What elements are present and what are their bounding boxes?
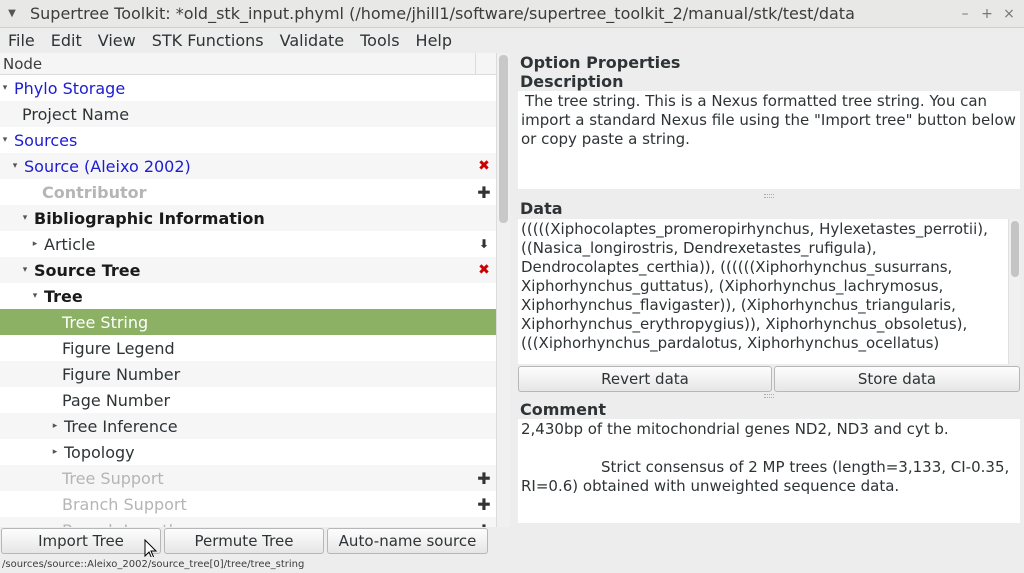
add-icon[interactable]: ✚	[476, 491, 492, 517]
collapsed-arrow-icon[interactable]: ▸	[50, 421, 60, 431]
window-menu-icon[interactable]: ▼	[0, 8, 24, 19]
tree-row-label: Branch Lengths	[62, 521, 187, 528]
add-icon[interactable]: ✚	[476, 517, 492, 528]
data-textarea[interactable]: (((((Xiphocolaptes_promeropirhynchus, Hy…	[518, 219, 1008, 364]
description-text: The tree string. This is a Nexus formatt…	[518, 91, 1020, 189]
add-icon[interactable]: ✚	[476, 179, 492, 205]
tree-row[interactable]: ▾ Source Tree ✖	[0, 257, 496, 283]
tree-row-label: Branch Support	[62, 494, 187, 514]
tree-row[interactable]: ▸ Topology	[0, 439, 496, 465]
status-path: /sources/source::Aleixo_2002/source_tree…	[0, 557, 1024, 573]
window-title: Supertree Toolkit: *old_stk_input.phyml …	[30, 4, 855, 23]
tree-row-label: Figure Number	[62, 364, 181, 384]
import-tree-button[interactable]: Import Tree	[1, 528, 161, 554]
tree-row[interactable]: Page Number	[0, 387, 496, 413]
tree-row[interactable]: Figure Number	[0, 361, 496, 387]
menu-validate[interactable]: Validate	[272, 31, 352, 50]
expanded-arrow-icon[interactable]: ▾	[30, 291, 40, 301]
tree-row[interactable]: Tree Support ✚	[0, 465, 496, 491]
store-data-button[interactable]: Store data	[774, 366, 1020, 392]
menu-stk-functions[interactable]: STK Functions	[144, 31, 272, 50]
revert-data-button[interactable]: Revert data	[518, 366, 772, 392]
minimize-button[interactable]: –	[958, 6, 972, 22]
data-content[interactable]: (((((Xiphocolaptes_promeropirhynchus, Hy…	[521, 220, 988, 352]
expanded-arrow-icon[interactable]: ▾	[20, 213, 30, 223]
tree-row[interactable]: ▾ Tree	[0, 283, 496, 309]
tree-row-label: Source Tree	[34, 260, 141, 280]
tree-row[interactable]: ▾ Sources	[0, 127, 496, 153]
collapsed-arrow-icon[interactable]: ▸	[30, 239, 40, 249]
delete-icon[interactable]: ✖	[476, 153, 492, 179]
comment-textarea[interactable]: 2,430bp of the mitochondrial genes ND2, …	[518, 419, 1020, 523]
comment-heading: Comment	[520, 400, 606, 419]
tree-row-label: Bibliographic Information	[34, 208, 265, 228]
tree-row[interactable]: Tree String	[0, 309, 496, 335]
description-heading: Description	[520, 72, 624, 91]
tree-row-label: Page Number	[62, 390, 171, 410]
menu-view[interactable]: View	[90, 31, 144, 50]
data-heading: Data	[520, 199, 563, 218]
tree-row-label: Tree Inference	[64, 416, 178, 436]
column-node[interactable]: Node	[0, 53, 476, 74]
data-scroll-thumb[interactable]	[1011, 221, 1019, 277]
tree-row-label: Tree	[44, 286, 83, 306]
maximize-button[interactable]: +	[980, 6, 994, 22]
tree-row[interactable]: Branch Lengths ✚	[0, 517, 496, 527]
data-scrollbar[interactable]	[1008, 219, 1020, 364]
tree-scrollbar[interactable]	[496, 53, 510, 527]
tree-panel: Node ▾ Phylo Storage Project Name ▾ Sources ▾…	[0, 53, 510, 527]
option-properties-panel: Option Properties Description The tree s…	[516, 53, 1024, 527]
comment-line-1[interactable]: 2,430bp of the mitochondrial genes ND2, …	[521, 420, 1017, 439]
tree-row-label: Article	[44, 234, 96, 254]
tree-row[interactable]: Project Name	[0, 101, 496, 127]
data-grip[interactable]	[764, 394, 774, 398]
menu-help[interactable]: Help	[408, 31, 460, 50]
tree-row[interactable]: ▸ Article ⬇	[0, 231, 496, 257]
description-content: The tree string. This is a Nexus formatt…	[521, 92, 1016, 148]
tree-row-label: Contributor	[42, 182, 147, 202]
tree-row-label: Sources	[14, 130, 78, 150]
menu-file[interactable]: File	[0, 31, 43, 50]
delete-icon[interactable]: ✖	[476, 257, 492, 283]
tree-row-label: Tree String	[62, 312, 149, 332]
menu-edit[interactable]: Edit	[43, 31, 90, 50]
tree-row-label: Phylo Storage	[14, 78, 126, 98]
column-actions[interactable]	[476, 53, 496, 74]
tree-header: Node	[0, 53, 496, 75]
expanded-arrow-icon[interactable]: ▾	[10, 161, 20, 171]
permute-tree-button[interactable]: Permute Tree	[164, 528, 324, 554]
description-grip[interactable]	[764, 194, 774, 198]
comment-line-2[interactable]: Strict consensus of 2 MP trees (length=3…	[521, 458, 1017, 496]
tree-row-label: Source (Aleixo 2002)	[24, 156, 191, 176]
auto-name-source-button[interactable]: Auto-name source	[327, 528, 488, 554]
tree-row[interactable]: ▾ Bibliographic Information	[0, 205, 496, 231]
tree-row-label: Project Name	[22, 104, 130, 124]
option-properties-heading: Option Properties	[520, 53, 681, 72]
tree-row[interactable]: ▸ Tree Inference	[0, 413, 496, 439]
expanded-arrow-icon[interactable]: ▾	[0, 83, 10, 93]
expanded-arrow-icon[interactable]: ▾	[0, 135, 10, 145]
tree-row-label: Topology	[64, 442, 135, 462]
tree-row-label: Figure Legend	[62, 338, 175, 358]
menu-tools[interactable]: Tools	[352, 31, 407, 50]
tree-rows: ▾ Phylo Storage Project Name ▾ Sources ▾ Sourc…	[0, 75, 496, 527]
tree-row[interactable]: ▾ Phylo Storage	[0, 75, 496, 101]
tree-row[interactable]: Figure Legend	[0, 335, 496, 361]
collapsed-arrow-icon[interactable]: ▸	[50, 447, 60, 457]
tree-scroll-thumb[interactable]	[499, 55, 508, 223]
select-choice-icon[interactable]: ⬇	[476, 231, 492, 257]
tree-row[interactable]: Branch Support ✚	[0, 491, 496, 517]
expanded-arrow-icon[interactable]: ▾	[20, 265, 30, 275]
menu-bar: File Edit View STK Functions Validate To…	[0, 28, 1024, 52]
close-button[interactable]: ×	[1002, 6, 1016, 22]
tree-row[interactable]: ▾ Source (Aleixo 2002) ✖	[0, 153, 496, 179]
add-icon[interactable]: ✚	[476, 465, 492, 491]
tree-row[interactable]: Contributor ✚	[0, 179, 496, 205]
title-bar: ▼ Supertree Toolkit: *old_stk_input.phym…	[0, 0, 1024, 28]
tree-row-label: Tree Support	[62, 468, 164, 488]
